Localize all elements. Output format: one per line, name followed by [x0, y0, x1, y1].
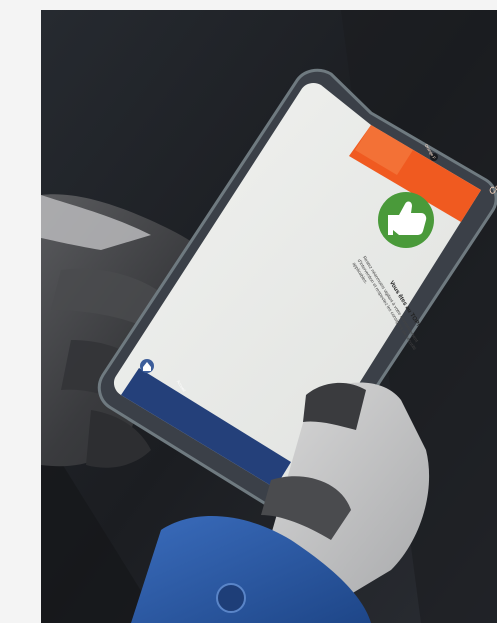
- photo-scene: [41, 10, 497, 623]
- thumbs-up-icon: [378, 192, 434, 248]
- photo: Confirmation Orange F Vous êtes au TOP! …: [41, 10, 497, 623]
- home-icon: [140, 359, 154, 373]
